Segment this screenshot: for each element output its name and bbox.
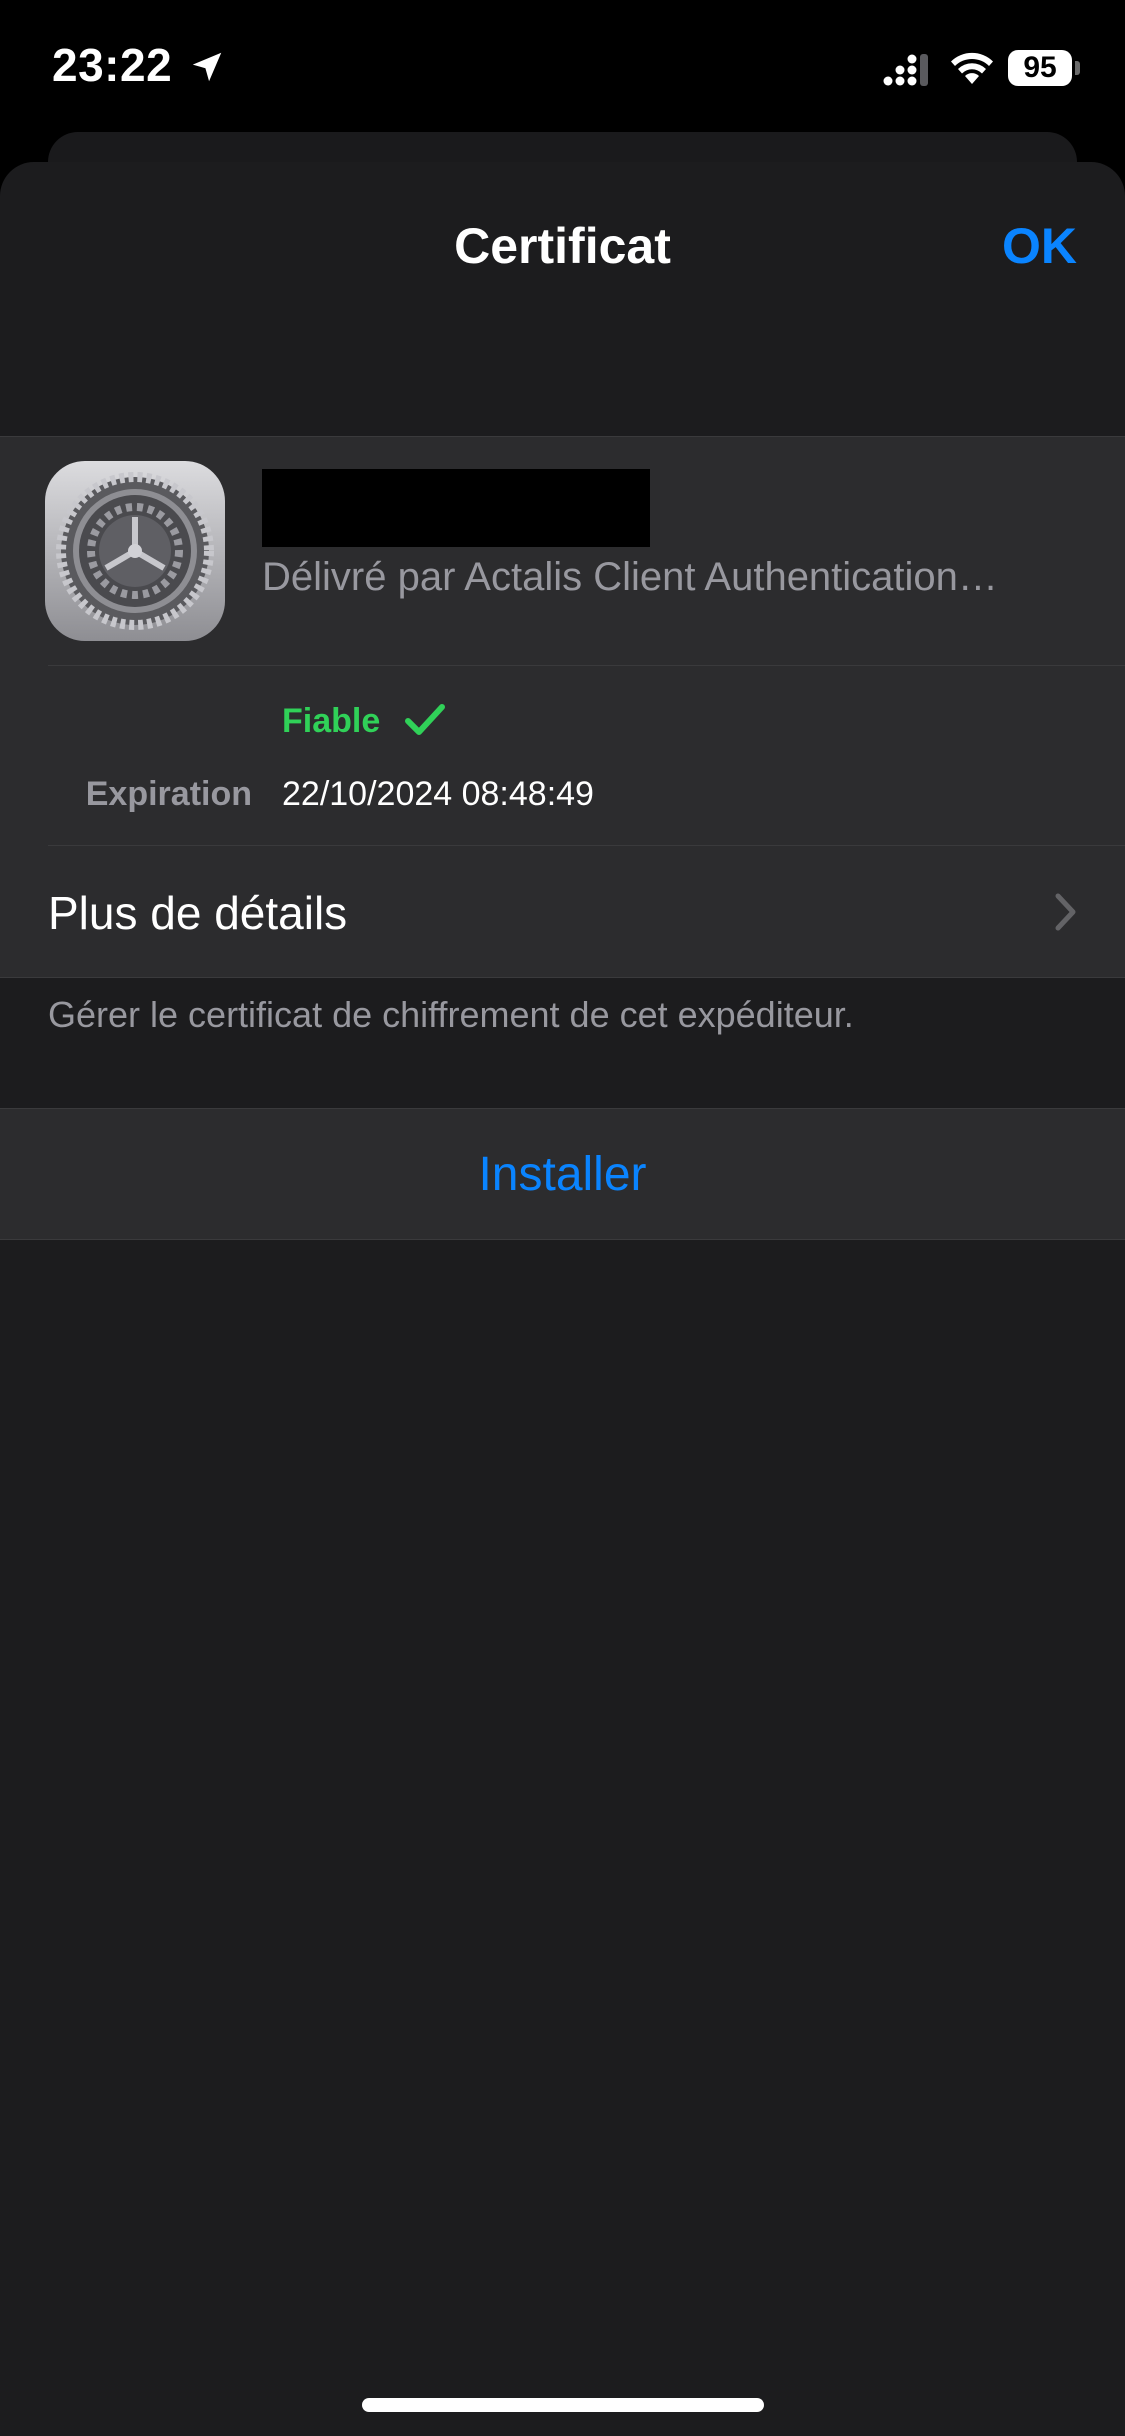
battery-icon: 95 <box>1008 50 1072 86</box>
wifi-icon <box>951 52 993 84</box>
settings-gear-icon <box>45 461 225 641</box>
expiration-label: Expiration <box>85 775 252 813</box>
install-label: Installer <box>478 1148 647 1201</box>
checkmark-icon <box>405 704 445 735</box>
certificate-sheet: Certificat OK Délivré par Actalis Client… <box>0 162 1125 2436</box>
chevron-right-icon <box>1055 893 1076 931</box>
more-details-label: Plus de détails <box>48 887 348 939</box>
more-details-row[interactable]: Plus de détails <box>0 846 1125 977</box>
divider <box>48 665 1125 666</box>
certificate-issuer: Délivré par Actalis Client Authenticatio… <box>262 555 998 599</box>
battery-cap <box>1075 61 1080 75</box>
section-footer-note: Gérer le certificat de chiffrement de ce… <box>48 994 854 1035</box>
location-arrow-icon <box>192 52 222 82</box>
trust-status-label: Fiable <box>282 702 381 740</box>
ok-button[interactable]: OK <box>1002 217 1077 275</box>
home-indicator[interactable] <box>362 2398 764 2412</box>
status-bar: 23:22 95 <box>0 0 1125 135</box>
page-title: Certificat <box>454 218 671 274</box>
status-time: 23:22 <box>52 39 173 91</box>
certificate-name-redacted <box>262 469 650 547</box>
cellular-signal-icon <box>883 54 928 86</box>
install-button[interactable]: Installer <box>0 1108 1125 1240</box>
expiration-value: 22/10/2024 08:48:49 <box>282 775 594 813</box>
certificate-summary: Délivré par Actalis Client Authenticatio… <box>0 436 1125 978</box>
